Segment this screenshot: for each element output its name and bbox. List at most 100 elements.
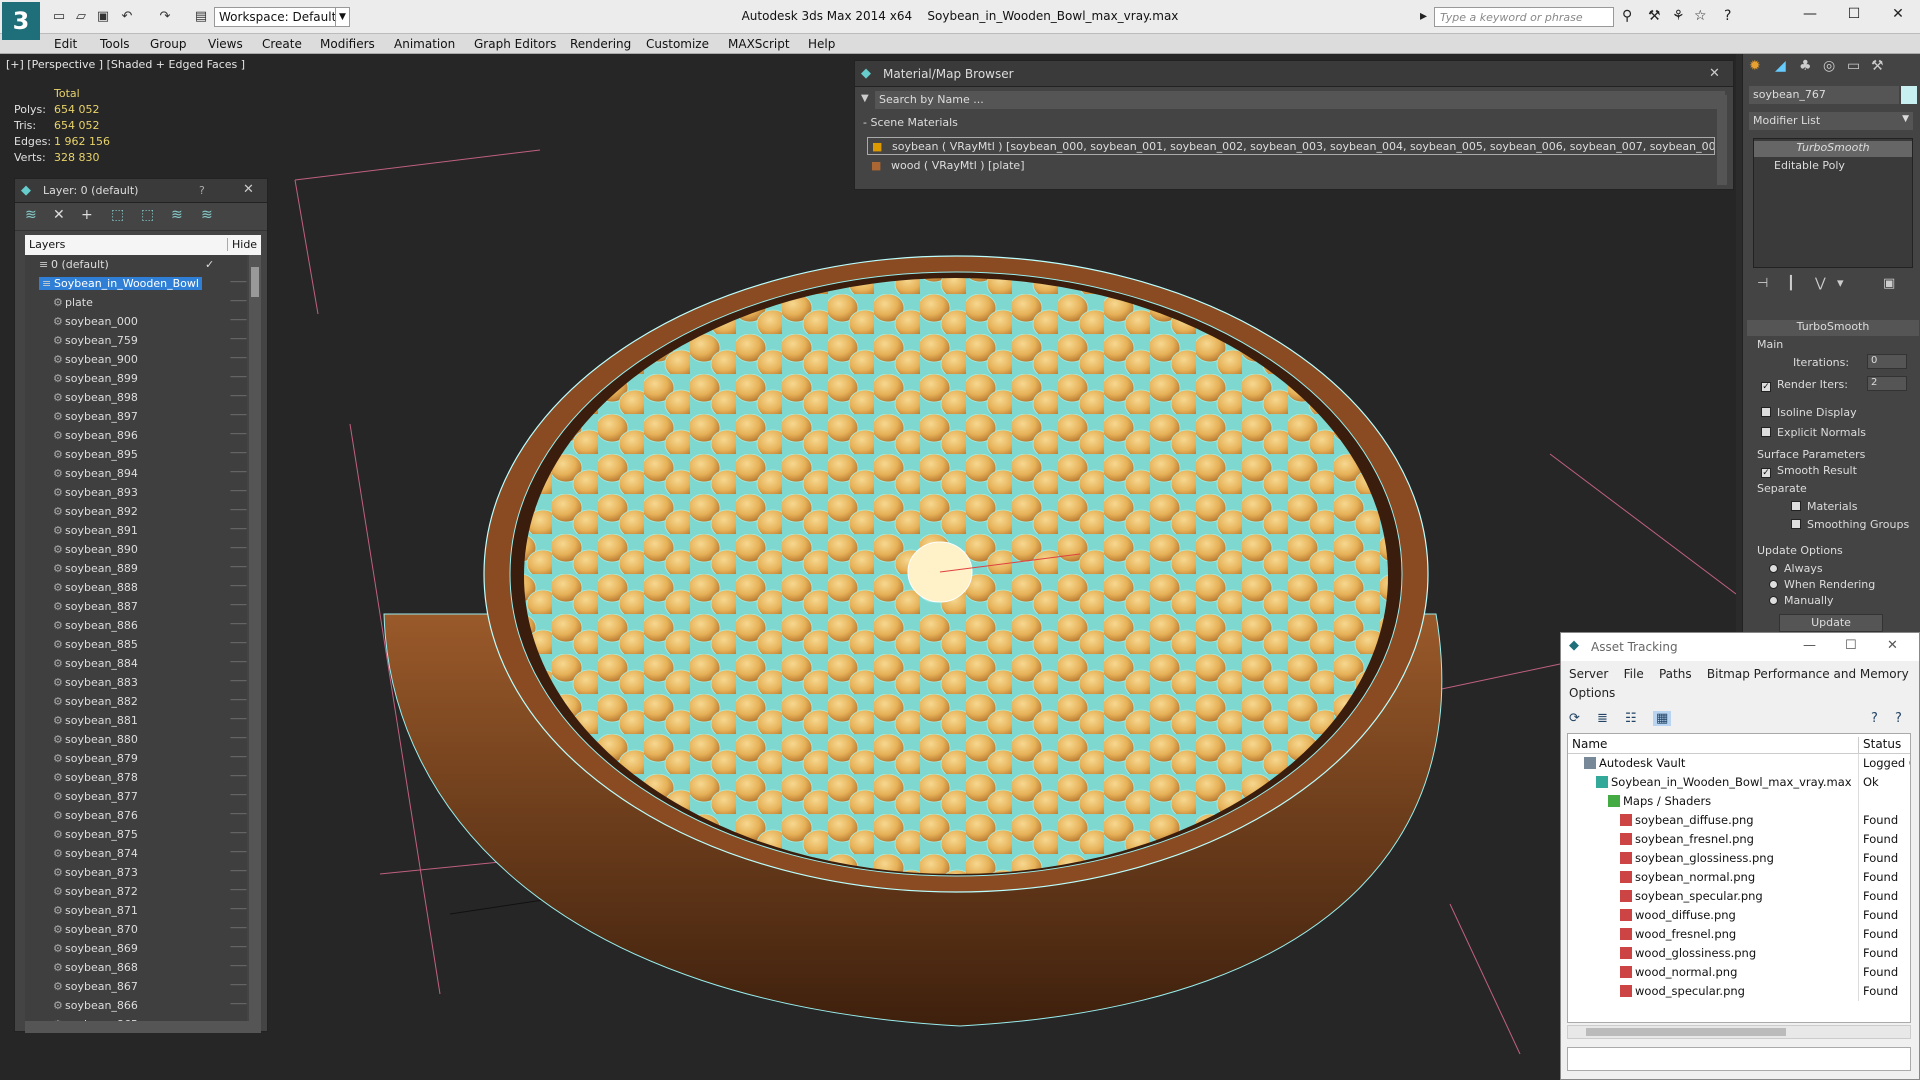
menu-tools[interactable]: Tools — [100, 37, 130, 51]
asset-tracking-header[interactable]: ◆ Asset Tracking — ☐ ✕ — [1561, 633, 1919, 661]
layer-row[interactable]: ⚙ soybean_883 —— — [25, 673, 247, 692]
explicit-normals-checkbox[interactable]: Explicit Normals — [1761, 426, 1866, 439]
layer-row[interactable]: ⚙ soybean_874 —— — [25, 844, 247, 863]
menu-graph-editors[interactable]: Graph Editors — [474, 37, 556, 51]
radio-icon[interactable] — [1769, 596, 1778, 605]
pin-stack-icon[interactable]: ⊣ — [1757, 276, 1768, 291]
hide-toggle[interactable]: —— — [230, 714, 247, 724]
layer-row[interactable]: ⚙ soybean_868 —— — [25, 958, 247, 977]
hide-toggle[interactable]: —— — [230, 429, 247, 439]
hide-toggle[interactable]: —— — [230, 581, 247, 591]
close-icon[interactable]: ✕ — [1887, 638, 1898, 653]
binoculars-icon[interactable]: ⚲ — [1622, 8, 1632, 24]
favorites-star-icon[interactable]: ☆ — [1694, 8, 1707, 24]
layer-row[interactable]: ⚙ soybean_898 —— — [25, 388, 247, 407]
asset-menu-server[interactable]: Server — [1569, 667, 1608, 681]
subscription-icon[interactable]: ⚒ — [1648, 8, 1661, 24]
hide-all-icon[interactable]: ≋ — [171, 207, 183, 223]
layer-row[interactable]: ⚙ soybean_866 —— — [25, 996, 247, 1015]
smooth-result-checkbox[interactable]: ✓ Smooth Result — [1761, 464, 1857, 478]
create-tab-icon[interactable]: ✹ — [1749, 58, 1761, 74]
layer-row[interactable]: ⚙ soybean_895 —— — [25, 445, 247, 464]
menu-animation[interactable]: Animation — [394, 37, 455, 51]
scroll-thumb[interactable] — [1586, 1028, 1786, 1036]
material-browser-header[interactable]: ◆ Material/Map Browser ✕ — [855, 61, 1733, 87]
asset-row[interactable]: Autodesk Vault Logged Ou — [1568, 754, 1910, 773]
checkbox-icon[interactable] — [1761, 407, 1771, 417]
material-row-wood[interactable]: ■ wood ( VRayMtl ) [plate] — [867, 157, 1715, 175]
col-name[interactable]: Name — [1572, 737, 1607, 751]
hide-toggle[interactable]: —— — [230, 505, 247, 515]
viewport-label[interactable]: [+] [Perspective ] [Shaded + Edged Faces… — [6, 58, 245, 71]
asset-menu-bitmap[interactable]: Bitmap Performance and Memory — [1707, 667, 1909, 681]
hide-toggle[interactable]: —— — [230, 999, 247, 1009]
asset-menu-file[interactable]: File — [1624, 667, 1644, 681]
hide-toggle[interactable]: —— — [230, 771, 247, 781]
tree-view-icon[interactable]: ☷ — [1625, 711, 1637, 726]
add-to-layer-icon[interactable]: + — [81, 207, 93, 223]
display-tab-icon[interactable]: ▭ — [1847, 58, 1860, 74]
utilities-tab-icon[interactable]: ⚒ — [1871, 58, 1884, 74]
maximize-icon[interactable]: ☐ — [1840, 6, 1868, 22]
checkbox-icon[interactable]: ✓ — [1761, 382, 1771, 392]
layer-row[interactable]: ⚙ soybean_884 —— — [25, 654, 247, 673]
hide-toggle[interactable]: —— — [230, 923, 247, 933]
hide-toggle[interactable]: —— — [230, 334, 247, 344]
layer-row[interactable]: ⚙ soybean_870 —— — [25, 920, 247, 939]
modifier-list-dropdown[interactable]: Modifier List ▼ — [1749, 112, 1913, 130]
asset-row[interactable]: soybean_fresnel.png Found — [1568, 830, 1910, 849]
select-objects-icon[interactable]: ⬚ — [111, 207, 124, 223]
materials-checkbox[interactable]: Materials — [1791, 500, 1857, 513]
asset-row[interactable]: wood_fresnel.png Found — [1568, 925, 1910, 944]
iterations-spinner[interactable]: 0 — [1867, 354, 1907, 369]
current-layer-check-icon[interactable]: ✓ — [205, 258, 214, 271]
menu-rendering[interactable]: Rendering — [570, 37, 631, 51]
smoothing-groups-checkbox[interactable]: Smoothing Groups — [1791, 518, 1909, 531]
menu-create[interactable]: Create — [262, 37, 302, 51]
layer-row[interactable]: ⚙ soybean_882 —— — [25, 692, 247, 711]
layer-row[interactable]: ⚙ soybean_899 —— — [25, 369, 247, 388]
asset-row[interactable]: soybean_normal.png Found — [1568, 868, 1910, 887]
update-button[interactable]: Update — [1779, 614, 1883, 632]
hide-toggle[interactable]: —— — [230, 676, 247, 686]
layer-row[interactable]: ⚙ plate —— — [25, 293, 247, 312]
layer-row[interactable]: ⚙ soybean_873 —— — [25, 863, 247, 882]
stack-item-turbosmooth[interactable]: TurboSmooth — [1754, 141, 1912, 157]
communication-icon[interactable]: ⚘ — [1672, 8, 1685, 24]
help-settings-icon[interactable]: ? — [1895, 711, 1902, 726]
freeze-all-icon[interactable]: ≋ — [201, 207, 213, 223]
hide-toggle[interactable]: —— — [230, 391, 247, 401]
asset-row[interactable]: Soybean_in_Wooden_Bowl_max_vray.max Ok — [1568, 773, 1910, 792]
hide-toggle[interactable]: —— — [230, 695, 247, 705]
col-layers[interactable]: Layers — [29, 238, 65, 251]
hide-toggle[interactable]: —— — [230, 296, 247, 306]
modify-tab-icon[interactable]: ◢ — [1775, 58, 1786, 74]
show-end-result-icon[interactable]: ┃ — [1787, 276, 1795, 291]
hide-toggle[interactable]: —— — [230, 866, 247, 876]
layer-help-button[interactable]: ? — [199, 184, 205, 197]
layer-horizontal-scrollbar[interactable] — [25, 1021, 261, 1033]
layer-create-icon[interactable]: ≋ — [25, 207, 37, 223]
when-rendering-radio[interactable]: When Rendering — [1769, 578, 1875, 591]
material-scrollbar[interactable] — [1717, 95, 1727, 185]
asset-row[interactable]: Maps / Shaders — [1568, 792, 1910, 811]
layer-row[interactable]: ⚙ soybean_892 —— — [25, 502, 247, 521]
checkbox-icon[interactable] — [1761, 427, 1771, 437]
layer-row[interactable]: ⚙ soybean_889 —— — [25, 559, 247, 578]
hide-toggle[interactable]: —— — [230, 942, 247, 952]
hide-toggle[interactable]: —— — [230, 372, 247, 382]
hide-toggle[interactable]: —— — [230, 904, 247, 914]
always-radio[interactable]: Always — [1769, 562, 1823, 575]
hide-toggle[interactable]: —— — [230, 619, 247, 629]
minimize-icon[interactable]: — — [1803, 638, 1816, 653]
layer-row[interactable]: ⚙ soybean_880 —— — [25, 730, 247, 749]
asset-row[interactable]: soybean_glossiness.png Found — [1568, 849, 1910, 868]
hide-toggle[interactable]: —— — [230, 353, 247, 363]
layer-row[interactable]: ⚙ soybean_875 —— — [25, 825, 247, 844]
object-color-swatch[interactable] — [1901, 86, 1917, 104]
asset-menu-options[interactable]: Options — [1569, 686, 1615, 700]
hide-toggle[interactable]: —— — [230, 600, 247, 610]
layer-row[interactable]: ⚙ soybean_887 —— — [25, 597, 247, 616]
asset-row[interactable]: wood_glossiness.png Found — [1568, 944, 1910, 963]
asset-row[interactable]: wood_normal.png Found — [1568, 963, 1910, 982]
